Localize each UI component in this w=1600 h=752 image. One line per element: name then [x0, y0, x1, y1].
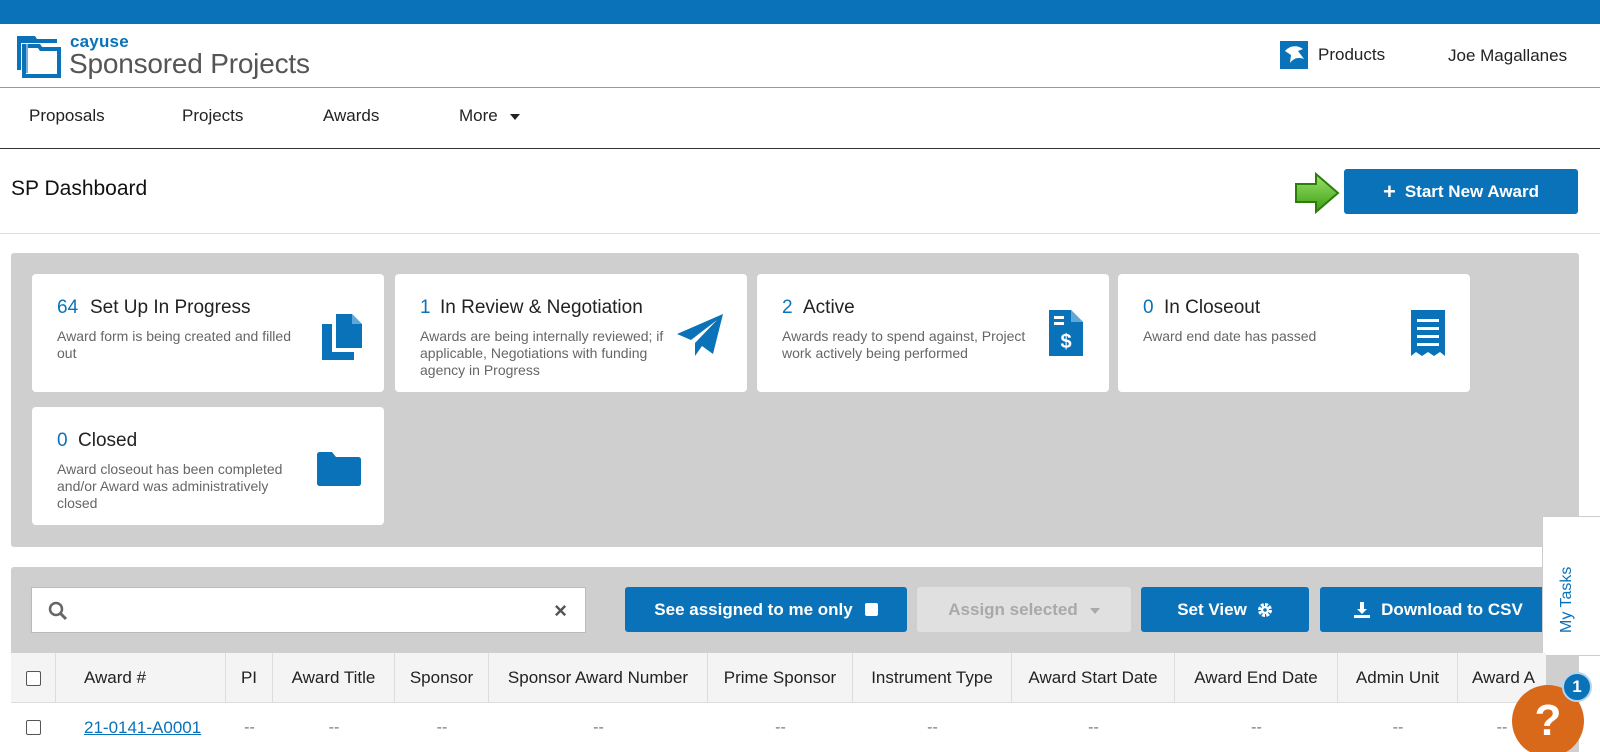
status-title: Set Up In Progress — [90, 297, 251, 318]
status-card-setup[interactable]: 64 Set Up In Progress Award form is bein… — [32, 274, 384, 392]
set-view-button[interactable]: Set View — [1141, 587, 1309, 632]
nav-more-label: More — [459, 106, 498, 125]
start-new-award-label: Start New Award — [1404, 181, 1539, 201]
app-header: cayuse Sponsored Projects Products Joe M… — [0, 24, 1600, 88]
column-header-pi[interactable]: PI — [226, 653, 273, 703]
divider — [0, 233, 1600, 234]
column-header-award-title[interactable]: Award Title — [273, 653, 395, 703]
assign-selected-button[interactable]: Assign selected — [917, 587, 1131, 632]
award-title-cell: -- — [328, 718, 340, 736]
status-card-closed[interactable]: 0 Closed Award closeout has been complet… — [32, 407, 384, 525]
see-assigned-label: See assigned to me only — [654, 599, 853, 619]
select-all-cell — [11, 653, 56, 703]
paper-plane-icon — [677, 314, 723, 356]
column-header-award-number[interactable]: Award # — [56, 653, 226, 703]
status-count: 1 — [420, 297, 431, 318]
notification-badge: 1 — [1562, 672, 1592, 702]
nav-more[interactable]: More — [459, 106, 520, 126]
download-csv-button[interactable]: Download to CSV — [1320, 587, 1556, 632]
products-icon — [1280, 41, 1308, 69]
status-count: 0 — [57, 430, 68, 451]
end-date-cell: -- — [1251, 718, 1262, 736]
status-description: Award form is being created and filled o… — [57, 328, 291, 361]
status-card-review[interactable]: 1 In Review & Negotiation Awards are bei… — [395, 274, 747, 392]
column-header-sponsor-award-number[interactable]: Sponsor Award Number — [489, 653, 708, 703]
select-all-checkbox[interactable] — [25, 670, 41, 686]
column-header-instrument-type[interactable]: Instrument Type — [853, 653, 1012, 703]
start-date-cell: -- — [1088, 718, 1099, 736]
cayuse-logo-icon — [17, 36, 61, 78]
column-header-award-start-date[interactable]: Award Start Date — [1012, 653, 1175, 703]
nav-proposals[interactable]: Proposals — [29, 106, 105, 126]
status-description: Awards ready to spend against, Project w… — [782, 328, 1026, 361]
main-nav: Proposals Projects Awards More — [0, 88, 1600, 149]
row-checkbox[interactable] — [26, 720, 41, 735]
folder-icon — [317, 452, 361, 486]
search-icon — [48, 601, 68, 621]
checkbox-icon — [864, 603, 878, 616]
row-select-cell — [11, 703, 56, 752]
status-count: 0 — [1143, 297, 1154, 318]
admin-unit-cell: -- — [1392, 718, 1404, 736]
download-csv-label: Download to CSV — [1381, 599, 1523, 619]
products-label: Products — [1318, 45, 1386, 64]
status-title: In Closeout — [1164, 297, 1261, 318]
clear-search-icon[interactable]: × — [554, 598, 567, 624]
user-menu[interactable]: Joe Magallanes — [1448, 46, 1567, 66]
chevron-down-icon — [509, 113, 520, 120]
column-header-admin-unit[interactable]: Admin Unit — [1338, 653, 1458, 703]
download-icon — [1354, 601, 1371, 618]
status-title: Closed — [78, 430, 138, 451]
award-number-link[interactable]: 21-0141-A0001 — [84, 718, 201, 738]
chevron-down-icon — [1089, 607, 1100, 614]
prime-sponsor-cell: -- — [775, 718, 786, 736]
instrument-type-cell: -- — [927, 718, 938, 736]
plus-icon: + — [1382, 178, 1396, 204]
status-count: 2 — [782, 297, 793, 318]
column-header-sponsor[interactable]: Sponsor — [395, 653, 489, 703]
column-header-award-end-date[interactable]: Award End Date — [1175, 653, 1338, 703]
search-input[interactable]: × — [31, 587, 586, 633]
nav-projects[interactable]: Projects — [182, 106, 243, 126]
assign-selected-label: Assign selected — [948, 599, 1078, 619]
status-card-closeout[interactable]: 0 In Closeout Award end date has passed — [1118, 274, 1470, 392]
status-description: Award closeout has been completed and/or… — [57, 461, 283, 511]
start-new-award-button[interactable]: + Start New Award — [1344, 169, 1578, 214]
my-tasks-label: My Tasks — [1558, 566, 1575, 633]
status-description: Award end date has passed — [1143, 328, 1317, 344]
see-assigned-to-me-button[interactable]: See assigned to me only — [625, 587, 907, 632]
status-title: In Review & Negotiation — [440, 297, 643, 318]
status-count: 64 — [57, 297, 79, 318]
gear-icon — [1257, 602, 1272, 617]
status-card-active[interactable]: 2 Active Awards ready to spend against, … — [757, 274, 1109, 392]
page-title: SP Dashboard — [11, 177, 148, 200]
status-title: Active — [803, 297, 855, 318]
products-menu[interactable]: Products — [1280, 40, 1385, 70]
dollar-document-icon: $ — [1049, 310, 1083, 356]
column-header-prime-sponsor[interactable]: Prime Sponsor — [708, 653, 853, 703]
my-tasks-tab[interactable]: My Tasks — [1542, 516, 1600, 656]
top-accent-bar — [0, 0, 1600, 24]
status-description: Awards are being internally reviewed; if… — [420, 328, 664, 378]
brand-title: Sponsored Projects — [69, 48, 310, 79]
pi-cell: -- — [244, 718, 255, 736]
table-row: 21-0141-A0001 -- -- -- -- -- -- -- -- --… — [11, 703, 1546, 752]
nav-awards[interactable]: Awards — [323, 106, 379, 126]
green-arrow-icon — [1295, 171, 1340, 215]
svg-text:$: $ — [1060, 331, 1071, 353]
sponsor-award-number-cell: -- — [593, 718, 604, 736]
table-header: Award # PI Award Title Sponsor Sponsor A… — [11, 653, 1546, 703]
set-view-label: Set View — [1177, 599, 1247, 619]
sponsor-cell: -- — [436, 718, 448, 736]
awards-table: Award # PI Award Title Sponsor Sponsor A… — [11, 653, 1546, 752]
receipt-icon — [1411, 310, 1445, 356]
award-number-cell: 21-0141-A0001 — [56, 703, 226, 752]
copy-documents-icon — [322, 314, 362, 360]
